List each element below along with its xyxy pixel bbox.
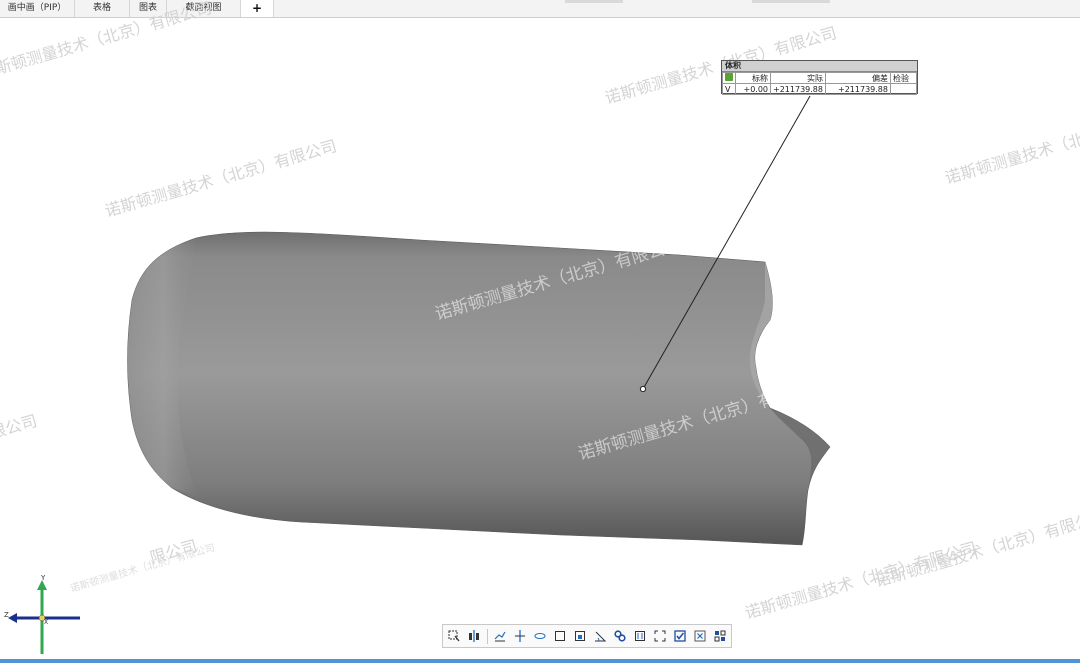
plane-icon[interactable]	[513, 629, 527, 643]
callout-header-cell: 标称	[735, 72, 771, 84]
fit-icon[interactable]	[633, 629, 647, 643]
tab-scroll-mark	[565, 0, 623, 3]
tab-pip[interactable]: 画中画（PIP）	[0, 0, 75, 17]
box-icon[interactable]	[573, 629, 587, 643]
callout-header-cell: 实际	[770, 72, 826, 84]
volume-callout[interactable]: 体积 标称 实际 偏差 检验 V +0.00 +211739.88 +21173…	[721, 60, 918, 95]
section-icon[interactable]	[467, 629, 481, 643]
align-icon[interactable]	[493, 629, 507, 643]
ruler-icon[interactable]	[533, 629, 547, 643]
callout-deviation: +211739.88	[824, 83, 891, 95]
callout-header-cell: 检验	[889, 72, 918, 84]
callout-table: 标称 实际 偏差 检验 V +0.00 +211739.88 +211739.8…	[722, 72, 918, 95]
callout-nominal: +0.00	[735, 83, 771, 95]
callout-row-label: V	[722, 83, 736, 95]
callout-header-row: 标称 实际 偏差 检验	[722, 72, 918, 84]
axis-z-label: Z	[4, 611, 9, 619]
tab-scroll-mark	[752, 0, 830, 3]
callout-check	[889, 83, 918, 95]
callout-anchor-point	[639, 385, 647, 393]
tab-table[interactable]: 表格	[75, 0, 130, 17]
status-accent-bar	[0, 659, 1080, 663]
callout-header-cell	[722, 72, 736, 84]
callout-actual: +211739.88	[770, 83, 826, 95]
add-tab-button[interactable]: +	[241, 0, 274, 17]
link-icon[interactable]	[613, 629, 627, 643]
toolbar-separator	[487, 629, 488, 644]
angle-icon[interactable]	[593, 629, 607, 643]
view-toolbar	[442, 624, 732, 648]
grid-icon[interactable]	[713, 629, 727, 643]
frame-icon[interactable]	[653, 629, 667, 643]
delete-icon[interactable]	[693, 629, 707, 643]
cylinder-body	[127, 231, 831, 546]
axis-y-label: Y	[40, 574, 46, 582]
callout-title: 体积	[722, 61, 917, 72]
callout-header-cell: 偏差	[824, 72, 891, 84]
check-icon[interactable]	[673, 629, 687, 643]
square-icon[interactable]	[553, 629, 567, 643]
select-icon[interactable]	[447, 629, 461, 643]
feature-icon	[725, 73, 733, 81]
callout-data-row: V +0.00 +211739.88 +211739.88	[722, 83, 918, 95]
axis-x-label: X	[44, 619, 48, 626]
axis-triad: Y Z X	[0, 570, 90, 662]
